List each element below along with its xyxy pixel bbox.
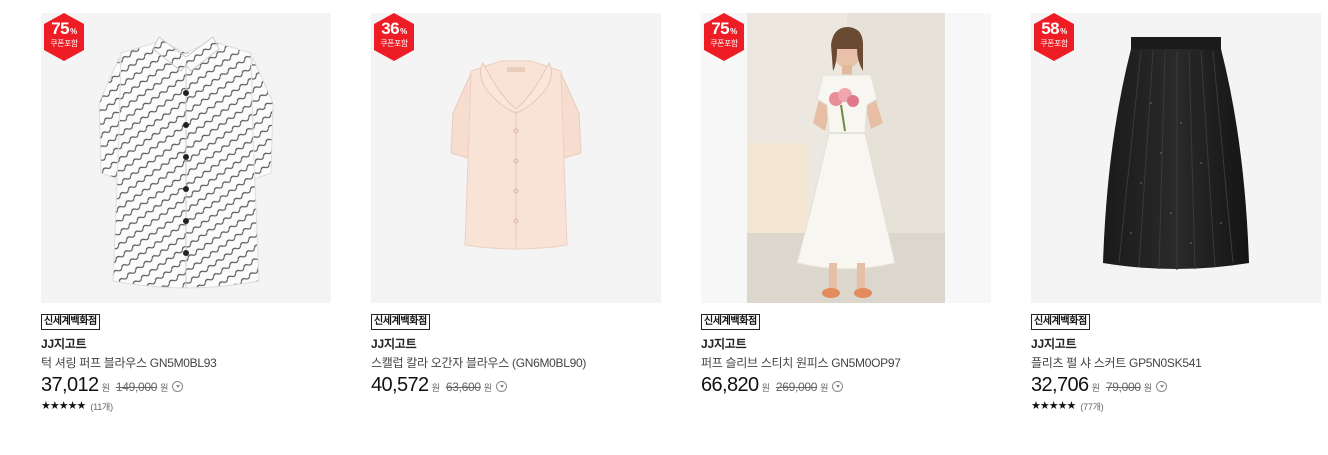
- product-title[interactable]: 플리츠 펄 샤 스커트 GP5N0SK541: [1031, 356, 1321, 370]
- currency: 원: [160, 383, 169, 393]
- review-count: (77개): [1080, 401, 1104, 412]
- price-info-icon[interactable]: [1156, 380, 1168, 392]
- store-tag: 신세계백화점: [701, 314, 760, 330]
- sale-price: 37,012: [41, 374, 99, 396]
- price-row: 66,820 원 269,000 원: [701, 374, 991, 398]
- original-price: 63,600: [445, 380, 481, 394]
- product-image-blouse-pink[interactable]: 36% 쿠폰포함: [371, 13, 661, 303]
- coupon-label: 쿠폰포함: [1040, 39, 1068, 48]
- sale-price: 40,572: [371, 374, 429, 396]
- product-image-dress-model[interactable]: 75% 쿠폰포함: [701, 13, 991, 303]
- original-price: 149,000: [115, 380, 158, 394]
- price-row: 40,572 원 63,600 원: [371, 374, 661, 398]
- price-info-icon[interactable]: [172, 380, 184, 392]
- rating: ★★★★★ (77개): [1031, 399, 1321, 413]
- product-title[interactable]: 스캘럽 칼라 오간자 블라우스 (GN6M0BL90): [371, 356, 661, 370]
- product-image-blouse-pattern[interactable]: 75% 쿠폰포함: [41, 13, 331, 303]
- discount-badge: 36% 쿠폰포함: [371, 13, 419, 62]
- price-row: 32,706 원 79,000 원: [1031, 374, 1321, 398]
- coupon-label: 쿠폰포함: [380, 39, 408, 48]
- product-image-skirt-black[interactable]: 58% 쿠폰포함: [1031, 13, 1321, 303]
- discount-badge: 75% 쿠폰포함: [41, 13, 89, 62]
- currency: 원: [820, 383, 829, 393]
- rating: ★★★★★ (11개): [41, 399, 331, 413]
- review-count: (11개): [90, 401, 113, 412]
- coupon-label: 쿠폰포함: [50, 39, 78, 48]
- store-tag: 신세계백화점: [41, 314, 100, 330]
- star-rating-icon: ★★★★★: [41, 400, 86, 412]
- discount-badge: 75% 쿠폰포함: [701, 13, 749, 62]
- product-card[interactable]: 75% 쿠폰포함: [701, 13, 991, 398]
- product-grid: 75% 쿠폰포함 신세계백화점 JJ지고트 턱 셔링 퍼프 블라우스 GN5M0…: [0, 0, 1328, 455]
- discount-percent: 75: [711, 19, 730, 38]
- discount-percent: 36: [381, 19, 400, 38]
- brand-name: JJ지고트: [701, 337, 747, 351]
- brand-name: JJ지고트: [41, 337, 87, 351]
- currency: 원: [431, 383, 440, 393]
- sale-price: 66,820: [701, 374, 759, 396]
- coupon-label: 쿠폰포함: [710, 39, 738, 48]
- product-card[interactable]: 58% 쿠폰포함 신세계백화점 JJ지고트 플리츠 펄 샤 스커트 GP5N0S…: [1031, 13, 1321, 413]
- discount-percent: 75: [51, 19, 70, 38]
- currency: 원: [1143, 383, 1153, 393]
- product-card[interactable]: 36% 쿠폰포함 신세계백화점 JJ지고트 스캘럽 칼라 오간자 블라우스 (G…: [371, 13, 661, 398]
- product-card[interactable]: 75% 쿠폰포함: [41, 13, 331, 413]
- store-tag: 신세계백화점: [1031, 314, 1090, 330]
- currency: 원: [761, 383, 770, 393]
- store-tag: 신세계백화점: [371, 314, 430, 330]
- star-rating-icon: ★★★★★: [1031, 400, 1076, 412]
- original-price: 269,000: [775, 380, 818, 394]
- discount-percent: 58: [1041, 19, 1060, 38]
- sale-price: 32,706: [1031, 374, 1089, 396]
- product-title[interactable]: 턱 셔링 퍼프 블라우스 GN5M0BL93: [41, 356, 331, 370]
- price-info-icon[interactable]: [832, 380, 844, 392]
- product-title[interactable]: 퍼프 슬리브 스티치 원피스 GN5M0OP97: [701, 356, 991, 370]
- currency: 원: [483, 383, 493, 393]
- discount-badge: 58% 쿠폰포함: [1031, 13, 1079, 62]
- brand-name: JJ지고트: [1031, 337, 1077, 351]
- price-info-icon[interactable]: [496, 380, 508, 392]
- currency: 원: [1091, 383, 1100, 393]
- price-row: 37,012 원 149,000 원: [41, 374, 331, 398]
- brand-name: JJ지고트: [371, 337, 417, 351]
- currency: 원: [101, 383, 110, 393]
- original-price: 79,000: [1105, 380, 1141, 394]
